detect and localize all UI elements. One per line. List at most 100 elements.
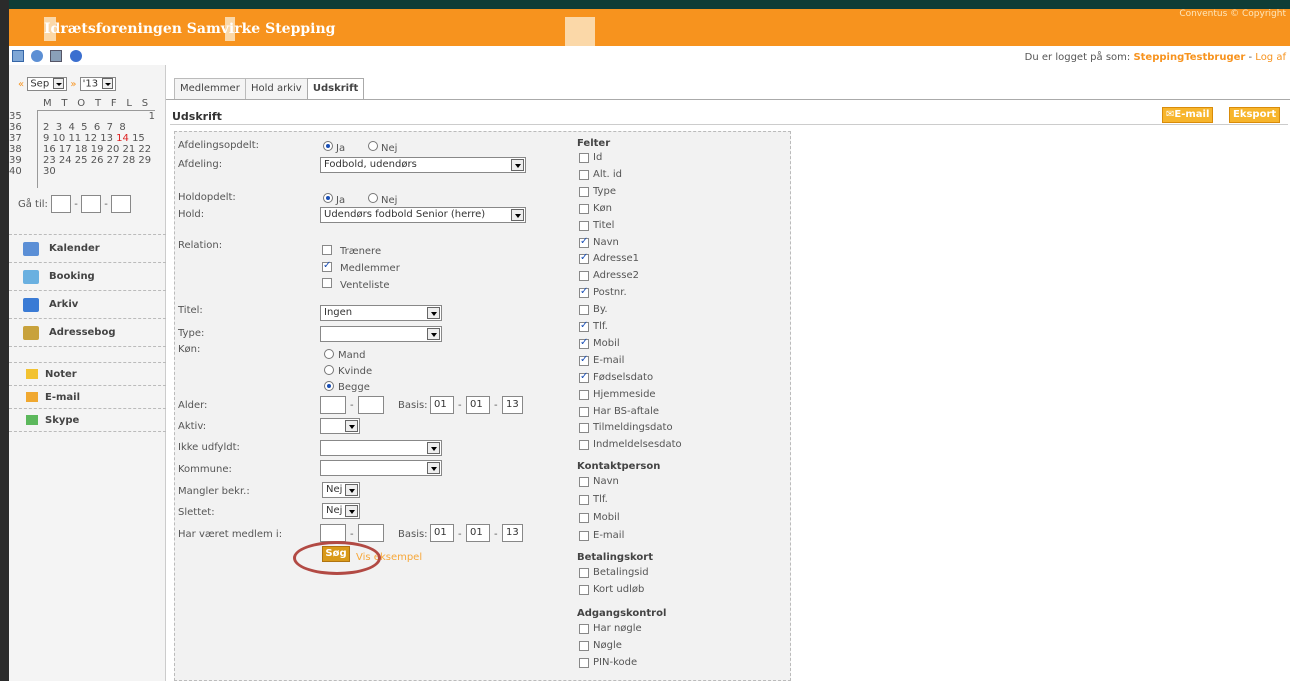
email-icon	[26, 392, 38, 402]
holdopdelt-nej-radio[interactable]	[368, 193, 378, 203]
har-vaeret-from-input[interactable]	[320, 524, 346, 542]
field-16-checkbox[interactable]	[579, 423, 589, 434]
logoff-link[interactable]: Log af	[1255, 52, 1286, 63]
basis2-year-input[interactable]: 13	[502, 524, 523, 542]
koen-mand-radio[interactable]	[324, 349, 334, 359]
calendar-days[interactable]: 9 10 11 12 13 14 15	[43, 133, 145, 144]
field-10-checkbox[interactable]	[579, 320, 589, 332]
hold-select[interactable]: Udendørs fodbold Senior (herre)	[320, 207, 526, 223]
print-icon[interactable]	[50, 50, 63, 62]
koen-begge-radio[interactable]	[324, 381, 334, 391]
tab-udskrift[interactable]: Udskrift	[306, 78, 365, 100]
aktiv-select[interactable]	[320, 418, 360, 434]
email-button[interactable]: ✉E-mail	[1162, 107, 1214, 123]
secondary-nav: Noter E-mail Skype	[9, 362, 166, 432]
field-17-checkbox[interactable]	[579, 440, 589, 451]
nav-item-kalender[interactable]: Kalender	[9, 235, 166, 263]
adgang-0-checkbox[interactable]	[579, 624, 589, 634]
basis-month-input[interactable]: 01	[466, 396, 490, 414]
goto-year-input[interactable]	[111, 195, 132, 213]
betaling-0-checkbox[interactable]	[579, 568, 589, 578]
koen-kvinde-radio[interactable]	[324, 365, 334, 375]
username-link[interactable]: SteppingTestbruger	[1133, 52, 1245, 63]
next-month-button[interactable]: »	[70, 79, 76, 90]
titel-select[interactable]: Ingen	[320, 305, 442, 321]
nav-item-adressebog[interactable]: Adressebog	[9, 319, 166, 347]
field-1-checkbox[interactable]	[579, 169, 589, 180]
nav-item-booking[interactable]: Booking	[9, 263, 166, 291]
relation-venteliste-checkbox[interactable]	[322, 278, 332, 288]
year-select[interactable]: '13	[79, 77, 117, 91]
export-button[interactable]: Eksport	[1229, 107, 1281, 123]
field-label: By.	[593, 304, 608, 316]
field-8-checkbox[interactable]	[579, 286, 589, 299]
nav-item-skype[interactable]: Skype	[9, 409, 166, 432]
relation-traenere-checkbox[interactable]	[322, 245, 332, 255]
calendar-days[interactable]: 30	[43, 166, 56, 177]
field-4-checkbox[interactable]	[579, 220, 589, 231]
afdelingsopdelt-nej-radio[interactable]	[368, 141, 378, 151]
alder-to-input[interactable]	[358, 396, 384, 414]
nav-item-noter[interactable]: Noter	[9, 363, 166, 386]
calendar-days[interactable]: 23 24 25 26 27 28 29	[43, 155, 151, 166]
field-13-checkbox[interactable]	[579, 371, 589, 383]
felter-heading: Felter	[577, 138, 611, 149]
alder-from-input[interactable]	[320, 396, 346, 414]
field-9-checkbox[interactable]	[579, 305, 589, 316]
slettet-select[interactable]: Nej	[322, 503, 360, 519]
goto-day-input[interactable]	[51, 195, 72, 213]
type-select[interactable]	[320, 326, 442, 342]
help-icon[interactable]	[69, 50, 82, 62]
field-15-checkbox[interactable]	[579, 406, 589, 417]
field-label: Adresse2	[593, 270, 639, 282]
field-11-checkbox[interactable]	[579, 337, 589, 349]
field-label: Hjemmeside	[593, 388, 656, 400]
radio-label: Ja	[336, 143, 346, 154]
field-5-checkbox[interactable]	[579, 236, 589, 248]
field-7-checkbox[interactable]	[579, 271, 589, 282]
field-14-checkbox[interactable]	[579, 389, 589, 400]
field-12-checkbox[interactable]	[579, 354, 589, 366]
calendar-small-icon[interactable]	[12, 50, 24, 62]
field-2-checkbox[interactable]	[579, 186, 589, 197]
type-label: Type:	[178, 328, 205, 339]
calendar-days[interactable]: 1	[41, 111, 155, 122]
holdopdelt-ja-radio[interactable]	[323, 193, 333, 203]
mangler-bekr-select[interactable]: Nej	[322, 482, 360, 498]
kontakt-2-checkbox[interactable]	[579, 513, 589, 523]
kontakt-1-checkbox[interactable]	[579, 495, 589, 505]
basis2-day-input[interactable]: 01	[430, 524, 454, 542]
basis-year-input[interactable]: 13	[502, 396, 523, 414]
month-select[interactable]: Sep	[27, 77, 68, 91]
kontakt-3-checkbox[interactable]	[579, 531, 589, 541]
tab-medlemmer[interactable]: Medlemmer	[174, 78, 246, 99]
prev-month-button[interactable]: «	[18, 79, 24, 90]
afdeling-label: Afdeling:	[178, 159, 223, 170]
field-0-checkbox[interactable]	[579, 153, 589, 163]
field-3-checkbox[interactable]	[579, 203, 589, 214]
slettet-value: Nej	[326, 505, 343, 516]
kontakt-0-checkbox[interactable]	[579, 477, 589, 487]
range-dash: -	[494, 400, 498, 411]
tab-hold-arkiv[interactable]: Hold arkiv	[245, 78, 308, 99]
nav-item-e-mail[interactable]: E-mail	[9, 386, 166, 409]
adgang-2-checkbox[interactable]	[579, 658, 589, 668]
goto-month-input[interactable]	[81, 195, 102, 213]
basis-day-input[interactable]: 01	[430, 396, 454, 414]
afdeling-select[interactable]: Fodbold, udendørs	[320, 157, 526, 173]
nav-item-arkiv[interactable]: Arkiv	[9, 291, 166, 319]
har-vaeret-to-input[interactable]	[358, 524, 384, 542]
ikke-udfyldt-select[interactable]	[320, 440, 442, 456]
afdelingsopdelt-ja-radio[interactable]	[323, 141, 333, 151]
today-day[interactable]: 14	[116, 133, 129, 144]
calendar-days[interactable]: 2 3 4 5 6 7 8	[43, 122, 126, 133]
kommune-select[interactable]	[320, 460, 442, 476]
field-6-checkbox[interactable]	[579, 252, 589, 265]
refresh-icon[interactable]	[31, 50, 44, 62]
calendar-days[interactable]: 16 17 18 19 20 21 22	[43, 144, 151, 155]
basis2-month-input[interactable]: 01	[466, 524, 490, 542]
betaling-1-checkbox[interactable]	[579, 585, 589, 595]
relation-medlemmer-checkbox[interactable]	[322, 260, 332, 272]
adgang-1-checkbox[interactable]	[579, 641, 589, 651]
copyright-text[interactable]: Conventus © Copyright	[1179, 9, 1286, 19]
